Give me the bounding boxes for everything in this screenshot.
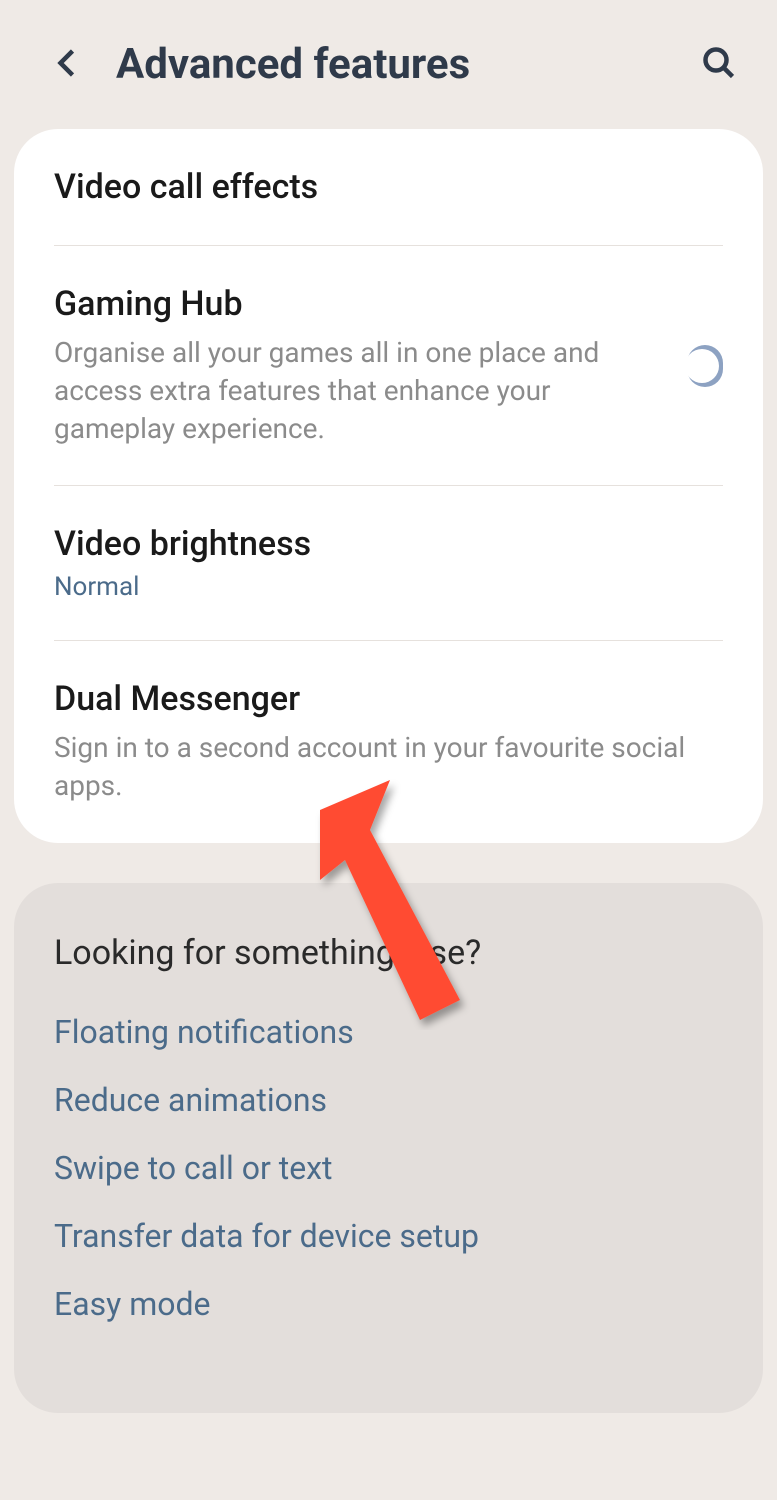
setting-title: Dual Messenger [54,679,723,719]
setting-value: Normal [54,572,723,602]
link-transfer-data[interactable]: Transfer data for device setup [54,1217,723,1255]
settings-card: Video call effects Gaming Hub Organise a… [14,129,763,843]
setting-description: Sign in to a second account in your favo… [54,729,723,805]
setting-video-call-effects[interactable]: Video call effects [54,129,723,246]
back-button[interactable] [50,45,86,85]
link-swipe-call-text[interactable]: Swipe to call or text [54,1149,723,1187]
page-title: Advanced features [116,40,701,89]
looking-for-card: Looking for something else? Floating not… [14,883,763,1413]
link-reduce-animations[interactable]: Reduce animations [54,1081,723,1119]
looking-for-heading: Looking for something else? [54,933,723,973]
search-button[interactable] [701,45,737,85]
setting-dual-messenger[interactable]: Dual Messenger Sign in to a second accou… [54,641,723,843]
setting-description: Organise all your games all in one place… [54,334,657,447]
setting-title: Video brightness [54,524,723,564]
setting-video-brightness[interactable]: Video brightness Normal [54,486,723,641]
setting-title: Video call effects [54,167,723,207]
gaming-hub-toggle[interactable] [687,345,723,387]
setting-gaming-hub[interactable]: Gaming Hub Organise all your games all i… [54,246,723,486]
link-easy-mode[interactable]: Easy mode [54,1285,723,1323]
link-floating-notifications[interactable]: Floating notifications [54,1013,723,1051]
setting-title: Gaming Hub [54,284,657,324]
toggle-knob [685,349,719,383]
